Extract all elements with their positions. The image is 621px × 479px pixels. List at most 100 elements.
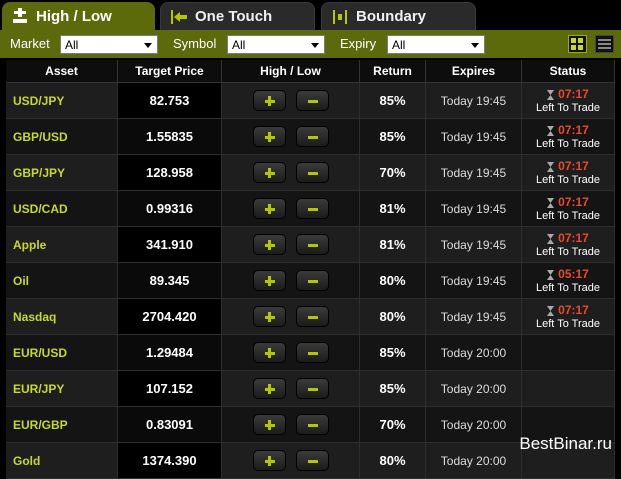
table-row: GBP/JPY 128.958 70% Today 19:45 07:17 Left To… xyxy=(6,155,615,191)
put-button[interactable] xyxy=(295,162,329,183)
tab-high-low[interactable]: High / Low xyxy=(2,2,155,30)
asset-cell[interactable]: USD/CAD xyxy=(6,191,118,227)
call-button[interactable] xyxy=(252,306,286,327)
asset-cell[interactable]: EUR/JPY xyxy=(6,371,118,407)
put-button[interactable] xyxy=(295,414,329,435)
return-cell: 80% xyxy=(360,263,426,299)
time-remaining-value: 07:17 xyxy=(558,123,589,137)
asset-cell[interactable]: EUR/GBP xyxy=(6,407,118,443)
return-cell: 85% xyxy=(360,119,426,155)
target-price-cell: 1.55835 xyxy=(118,119,222,155)
put-button[interactable] xyxy=(295,450,329,471)
hourglass-icon xyxy=(547,197,555,208)
status-cell: 07:17 Left To Trade xyxy=(522,299,615,335)
expiry-label: Expiry xyxy=(340,36,377,51)
list-view-button[interactable] xyxy=(595,35,614,53)
tab-one-touch[interactable]: One Touch xyxy=(160,2,315,30)
call-button[interactable] xyxy=(252,414,286,435)
column-header-expires[interactable]: Expires xyxy=(426,60,522,83)
put-button[interactable] xyxy=(295,270,329,291)
call-button[interactable] xyxy=(252,126,286,147)
chevron-down-icon xyxy=(311,43,319,48)
market-select[interactable]: All xyxy=(60,35,158,54)
high-low-cell xyxy=(222,299,360,335)
high-low-cell xyxy=(222,443,360,479)
status-label: Left To Trade xyxy=(535,210,600,222)
grid-view-button[interactable] xyxy=(568,35,587,53)
put-button[interactable] xyxy=(295,342,329,363)
expiry-select[interactable]: All xyxy=(387,35,485,54)
asset-cell[interactable]: Apple xyxy=(6,227,118,263)
tab-boundary[interactable]: Boundary xyxy=(321,2,476,30)
chevron-down-icon xyxy=(144,43,152,48)
high-low-cell xyxy=(222,191,360,227)
high-low-cell xyxy=(222,155,360,191)
put-button[interactable] xyxy=(295,198,329,219)
column-header-return[interactable]: Return xyxy=(360,60,426,83)
status-cell: 05:17 Left To Trade xyxy=(522,263,615,299)
call-button[interactable] xyxy=(252,198,286,219)
time-remaining-value: 07:17 xyxy=(558,159,589,173)
high-low-icon xyxy=(10,6,30,26)
target-price-cell: 1.29484 xyxy=(118,335,222,371)
expiry-select-value: All xyxy=(392,38,406,52)
hourglass-icon xyxy=(547,161,555,172)
column-header-asset[interactable]: Asset xyxy=(6,60,118,83)
put-button[interactable] xyxy=(295,90,329,111)
call-button[interactable] xyxy=(252,342,286,363)
asset-cell[interactable]: GBP/USD xyxy=(6,119,118,155)
call-button[interactable] xyxy=(252,234,286,255)
return-cell: 70% xyxy=(360,407,426,443)
time-remaining: 07:17 xyxy=(522,123,614,137)
hourglass-icon xyxy=(547,305,555,316)
status-cell xyxy=(522,335,615,371)
expires-cell: Today 19:45 xyxy=(426,191,522,227)
target-price-cell: 2704.420 xyxy=(118,299,222,335)
return-cell: 85% xyxy=(360,335,426,371)
table-row: Nasdaq 2704.420 80% Today 19:45 07:17 Left To… xyxy=(6,299,615,335)
expires-cell: Today 19:45 xyxy=(426,263,522,299)
call-button[interactable] xyxy=(252,270,286,291)
put-button[interactable] xyxy=(295,378,329,399)
asset-cell[interactable]: Oil xyxy=(6,263,118,299)
status-cell: 07:17 Left To Trade xyxy=(522,119,615,155)
symbol-select-value: All xyxy=(232,38,246,52)
call-button[interactable] xyxy=(252,450,286,471)
expires-cell: Today 20:00 xyxy=(426,371,522,407)
asset-cell[interactable]: Nasdaq xyxy=(6,299,118,335)
status-label: Left To Trade xyxy=(535,102,600,114)
column-header-status[interactable]: Status xyxy=(522,60,615,83)
asset-cell[interactable]: EUR/USD xyxy=(6,335,118,371)
watermark: BestBinar.ru xyxy=(519,434,612,453)
target-price-cell: 128.958 xyxy=(118,155,222,191)
column-header-high-low[interactable]: High / Low xyxy=(222,60,360,83)
status-label: Left To Trade xyxy=(535,138,600,150)
expires-cell: Today 19:45 xyxy=(426,227,522,263)
symbol-select[interactable]: All xyxy=(227,35,325,54)
put-button[interactable] xyxy=(295,126,329,147)
call-button[interactable] xyxy=(252,162,286,183)
time-remaining: 05:17 xyxy=(522,267,614,281)
put-button[interactable] xyxy=(295,234,329,255)
target-price-cell: 1374.390 xyxy=(118,443,222,479)
call-button[interactable] xyxy=(252,90,286,111)
status-cell: 07:17 Left To Trade xyxy=(522,155,615,191)
return-cell: 81% xyxy=(360,191,426,227)
asset-cell[interactable]: Gold xyxy=(6,443,118,479)
put-button[interactable] xyxy=(295,306,329,327)
list-icon xyxy=(598,39,611,49)
status-cell xyxy=(522,371,615,407)
column-header-target-price[interactable]: Target Price xyxy=(118,60,222,83)
expires-cell: Today 19:45 xyxy=(426,119,522,155)
time-remaining: 07:17 xyxy=(522,303,614,317)
status-label: Left To Trade xyxy=(535,174,600,186)
asset-cell[interactable]: USD/JPY xyxy=(6,83,118,119)
table-header-row: Asset Target Price High / Low Return Exp… xyxy=(6,60,615,83)
filter-bar: Market All Symbol All Expiry All xyxy=(0,30,621,58)
asset-cell[interactable]: GBP/JPY xyxy=(6,155,118,191)
time-remaining: 07:17 xyxy=(522,195,614,209)
table-row: EUR/USD 1.29484 85% Today 20:00 xyxy=(6,335,615,371)
time-remaining: 07:17 xyxy=(522,87,614,101)
call-button[interactable] xyxy=(252,378,286,399)
table-row: USD/JPY 82.753 85% Today 19:45 07:17 Left To … xyxy=(6,83,615,119)
